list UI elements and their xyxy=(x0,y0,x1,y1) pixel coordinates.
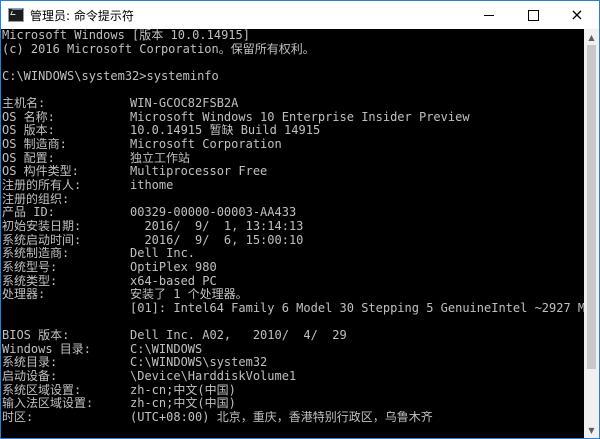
systeminfo-value: zh-cn;中文(中国) xyxy=(130,397,236,411)
systeminfo-row: 输入法区域设置: zh-cn;中文(中国) xyxy=(2,397,584,411)
systeminfo-row: OS 构件类型: Multiprocessor Free xyxy=(2,165,584,179)
systeminfo-label: 系统区域设置: xyxy=(2,383,82,397)
systeminfo-label: 系统启动时间: xyxy=(2,233,82,247)
systeminfo-row: Windows 目录: C:\WINDOWS xyxy=(2,343,584,357)
systeminfo-value: WIN-GCOC82FSB2A xyxy=(130,97,239,111)
systeminfo-row: 注册的所有人: ithome xyxy=(2,179,584,193)
systeminfo-label: 系统目录: xyxy=(2,356,58,370)
scrollbar-track[interactable] xyxy=(584,45,599,422)
systeminfo-label: 启动设备: xyxy=(2,370,58,384)
systeminfo-label: 系统制造商: xyxy=(2,247,70,261)
systeminfo-row: 系统型号: OptiPlex 980 xyxy=(2,261,584,275)
systeminfo-label: OS 构件类型: xyxy=(2,165,79,179)
console-output[interactable]: Microsoft Windows [版本 10.0.14915] (c) 20… xyxy=(1,29,584,438)
minimize-button[interactable] xyxy=(467,1,511,29)
systeminfo-value: 00329-00000-00003-AA433 xyxy=(130,206,297,220)
command-prompt-line: C:\WINDOWS\system32>systeminfo xyxy=(2,69,219,83)
minimize-icon xyxy=(484,14,494,16)
systeminfo-label: 系统型号: xyxy=(2,260,58,274)
systeminfo-label: 初始安装日期: xyxy=(2,219,82,233)
systeminfo-row: 系统制造商: Dell Inc. xyxy=(2,247,584,261)
systeminfo-value: Microsoft Windows 10 Enterprise Insider … xyxy=(130,110,470,124)
systeminfo-row: 系统区域设置: zh-cn;中文(中国) xyxy=(2,384,584,398)
systeminfo-label: 系统类型: xyxy=(2,274,58,288)
systeminfo-row: OS 名称: Microsoft Windows 10 Enterprise In… xyxy=(2,111,584,125)
vertical-scrollbar[interactable]: ▲ ▼ xyxy=(584,29,599,438)
chevron-up-icon: ▲ xyxy=(588,32,595,42)
systeminfo-label: OS 名称: xyxy=(2,110,55,124)
systeminfo-label xyxy=(2,302,130,316)
systeminfo-label: Windows 目录: xyxy=(2,342,92,356)
close-button[interactable]: × xyxy=(555,1,599,29)
systeminfo-row: 系统类型: x64-based PC xyxy=(2,275,584,289)
systeminfo-value: OptiPlex 980 xyxy=(130,260,217,274)
systeminfo-row: OS 配置: 独立工作站 xyxy=(2,152,584,166)
systeminfo-row: OS 制造商: Microsoft Corporation xyxy=(2,138,584,152)
systeminfo-row: BIOS 版本: Dell Inc. A02, 2010/ 4/ 29 xyxy=(2,329,584,343)
systeminfo-value: \Device\HarddiskVolume1 xyxy=(130,370,297,384)
systeminfo-value: Dell Inc. A02, 2010/ 4/ 29 xyxy=(130,329,347,343)
systeminfo-value: Multiprocessor Free xyxy=(130,165,268,179)
systeminfo-row: 系统目录: C:\WINDOWS\system32 xyxy=(2,356,584,370)
systeminfo-value: x64-based PC xyxy=(130,274,217,288)
title-bar[interactable]: 管理员: 命令提示符 × xyxy=(1,1,599,29)
console-header-line: (c) 2016 Microsoft Corporation。保留所有权利。 xyxy=(2,42,315,56)
command-prompt-window: 管理员: 命令提示符 × Microsoft Windows [版本 10.0.… xyxy=(0,0,600,439)
systeminfo-label: 产品 ID: xyxy=(2,206,55,220)
systeminfo-row: 处理器: 安装了 1 个处理器。 xyxy=(2,288,584,302)
scrollbar-thumb[interactable] xyxy=(587,45,596,369)
systeminfo-block: 主机名: WIN-GCOC82FSB2A OS 名称: Microsoft Windo… xyxy=(2,97,584,315)
systeminfo-label: OS 版本: xyxy=(2,124,55,138)
systeminfo-row: 产品 ID: 00329-00000-00003-AA433 xyxy=(2,206,584,220)
systeminfo-row: 主机名: WIN-GCOC82FSB2A xyxy=(2,97,584,111)
systeminfo-label: 输入法区域设置: xyxy=(2,397,94,411)
systeminfo-row: OS 版本: 10.0.14915 暂缺 Build 14915 xyxy=(2,124,584,138)
systeminfo-value: zh-cn;中文(中国) xyxy=(130,383,236,397)
systeminfo-row: [01]: Intel64 Family 6 Model 30 Stepping… xyxy=(2,302,584,316)
systeminfo-row: 注册的组织: xyxy=(2,193,584,207)
systeminfo-value: 10.0.14915 暂缺 Build 14915 xyxy=(130,124,321,138)
cmd-icon[interactable] xyxy=(8,8,24,22)
systeminfo-value: ithome xyxy=(130,179,174,193)
systeminfo-label: OS 制造商: xyxy=(2,138,67,152)
systeminfo-value: Microsoft Corporation xyxy=(130,138,282,152)
systeminfo-value: C:\WINDOWS xyxy=(130,342,203,356)
systeminfo-row: 启动设备: \Device\HarddiskVolume1 xyxy=(2,370,584,384)
maximize-button[interactable] xyxy=(511,1,555,29)
systeminfo-row: 初始安装日期: 2016/ 9/ 1, 13:14:13 xyxy=(2,220,584,234)
maximize-icon xyxy=(527,9,539,21)
scroll-up-button[interactable]: ▲ xyxy=(584,29,599,45)
systeminfo-label: 处理器: xyxy=(2,288,46,302)
systeminfo-value: 2016/ 9/ 1, 13:14:13 xyxy=(130,219,304,233)
systeminfo-label: OS 配置: xyxy=(2,151,55,165)
systeminfo-label: 注册的所有人: xyxy=(2,179,82,193)
systeminfo-block: BIOS 版本: Dell Inc. A02, 2010/ 4/ 29 Window… xyxy=(2,329,584,424)
systeminfo-row: 时区: (UTC+08:00) 北京，重庆，香港特别行政区，乌鲁木齐 xyxy=(2,411,584,425)
systeminfo-value: Dell Inc. xyxy=(130,247,196,261)
systeminfo-row: 系统启动时间: 2016/ 9/ 6, 15:00:10 xyxy=(2,234,584,248)
systeminfo-value: 安装了 1 个处理器。 xyxy=(130,288,248,302)
close-icon: × xyxy=(570,5,584,24)
systeminfo-value: 独立工作站 xyxy=(130,151,191,165)
systeminfo-label: 时区: xyxy=(2,410,34,424)
systeminfo-label: BIOS 版本: xyxy=(2,329,70,343)
systeminfo-label: 注册的组织: xyxy=(2,192,70,206)
chevron-down-icon: ▼ xyxy=(588,425,595,435)
systeminfo-value: (UTC+08:00) 北京，重庆，香港特别行政区，乌鲁木齐 xyxy=(130,410,433,424)
systeminfo-value: 2016/ 9/ 6, 15:00:10 xyxy=(130,233,304,247)
systeminfo-value: C:\WINDOWS\system32 xyxy=(130,356,268,370)
systeminfo-value: [01]: Intel64 Family 6 Model 30 Stepping… xyxy=(130,301,584,315)
window-title: 管理员: 命令提示符 xyxy=(30,8,134,23)
systeminfo-label: 主机名: xyxy=(2,97,46,111)
console-header-line: Microsoft Windows [版本 10.0.14915] xyxy=(2,29,250,42)
scroll-down-button[interactable]: ▼ xyxy=(584,422,599,438)
